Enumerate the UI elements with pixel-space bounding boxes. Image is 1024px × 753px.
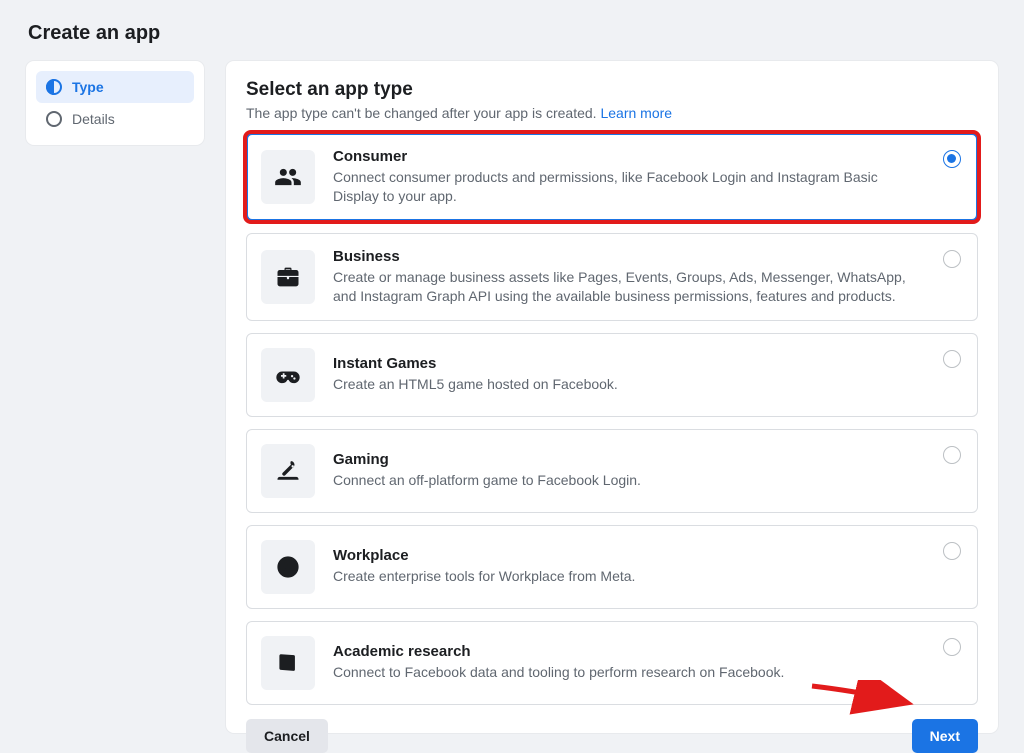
option-title: Gaming	[333, 451, 925, 468]
page-root: Create an app Type Details Select an app…	[0, 0, 1024, 751]
radio-indicator[interactable]	[943, 150, 961, 168]
wizard-step-type[interactable]: Type	[36, 71, 194, 103]
main-panel: Select an app type The app type can't be…	[226, 61, 998, 733]
step-label: Type	[72, 79, 104, 95]
option-title: Workplace	[333, 547, 925, 564]
option-title: Academic research	[333, 643, 925, 660]
option-desc: Create an HTML5 game hosted on Facebook.	[333, 375, 925, 394]
app-type-options: Consumer Connect consumer products and p…	[246, 133, 978, 705]
option-text: Consumer Connect consumer products and p…	[333, 148, 925, 206]
radio-indicator[interactable]	[943, 250, 961, 268]
option-title: Instant Games	[333, 355, 925, 372]
radio-indicator[interactable]	[943, 542, 961, 560]
learn-more-link[interactable]: Learn more	[600, 105, 672, 121]
radio-indicator[interactable]	[943, 350, 961, 368]
option-desc: Connect consumer products and permission…	[333, 168, 925, 206]
next-button[interactable]: Next	[912, 719, 978, 753]
two-column-layout: Type Details Select an app type The app …	[26, 61, 998, 733]
option-desc: Connect to Facebook data and tooling to …	[333, 663, 925, 682]
wizard-footer: Cancel Next	[246, 719, 978, 753]
option-title: Consumer	[333, 148, 925, 165]
option-workplace[interactable]: Workplace Create enterprise tools for Wo…	[246, 525, 978, 609]
joystick-icon	[261, 444, 315, 498]
workplace-icon	[261, 540, 315, 594]
option-consumer[interactable]: Consumer Connect consumer products and p…	[246, 133, 978, 221]
users-icon	[261, 150, 315, 204]
section-subtitle: The app type can't be changed after your…	[246, 105, 978, 121]
radio-indicator[interactable]	[943, 446, 961, 464]
option-academic-research[interactable]: Academic research Connect to Facebook da…	[246, 621, 978, 705]
subtitle-text: The app type can't be changed after your…	[246, 105, 600, 121]
page-title: Create an app	[28, 22, 998, 45]
step-indicator-icon	[46, 79, 62, 95]
option-text: Academic research Connect to Facebook da…	[333, 643, 925, 682]
option-desc: Create enterprise tools for Workplace fr…	[333, 567, 925, 586]
section-heading: Select an app type	[246, 79, 978, 101]
radio-indicator[interactable]	[943, 638, 961, 656]
step-indicator-icon	[46, 111, 62, 127]
cancel-button[interactable]: Cancel	[246, 719, 328, 753]
option-text: Instant Games Create an HTML5 game hoste…	[333, 355, 925, 394]
option-instant-games[interactable]: Instant Games Create an HTML5 game hoste…	[246, 333, 978, 417]
wizard-step-details[interactable]: Details	[36, 103, 194, 135]
option-title: Business	[333, 248, 925, 265]
book-icon	[261, 636, 315, 690]
option-business[interactable]: Business Create or manage business asset…	[246, 233, 978, 321]
gamepad-icon	[261, 348, 315, 402]
briefcase-icon	[261, 250, 315, 304]
option-desc: Create or manage business assets like Pa…	[333, 268, 925, 306]
option-text: Workplace Create enterprise tools for Wo…	[333, 547, 925, 586]
wizard-sidebar: Type Details	[26, 61, 204, 145]
option-gaming[interactable]: Gaming Connect an off-platform game to F…	[246, 429, 978, 513]
option-desc: Connect an off-platform game to Facebook…	[333, 471, 925, 490]
option-text: Business Create or manage business asset…	[333, 248, 925, 306]
option-text: Gaming Connect an off-platform game to F…	[333, 451, 925, 490]
main-header: Select an app type The app type can't be…	[246, 79, 978, 133]
step-label: Details	[72, 111, 115, 127]
